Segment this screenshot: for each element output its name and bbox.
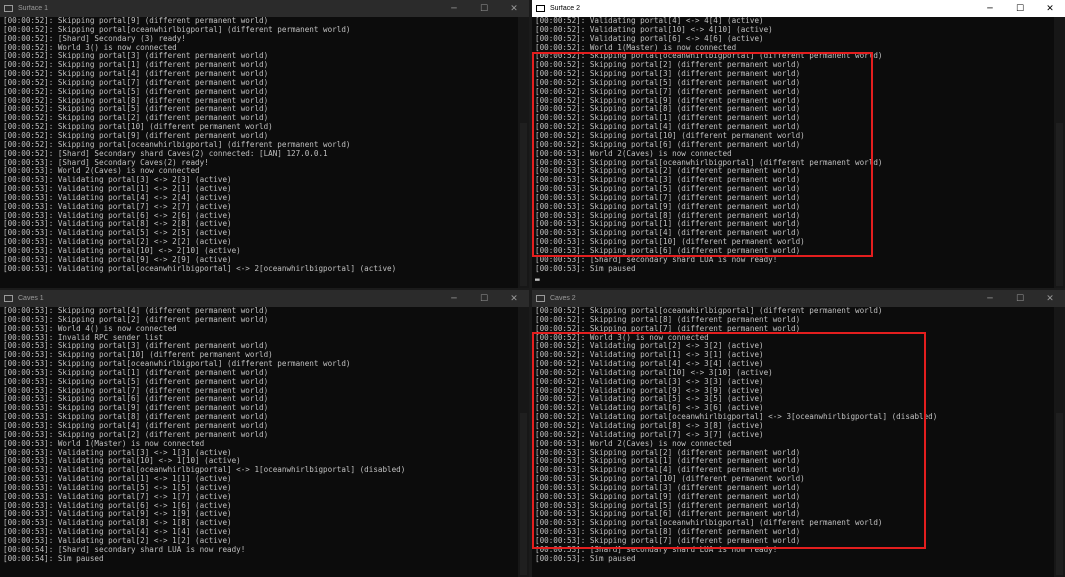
minimize-icon[interactable]: ─ xyxy=(439,0,469,17)
title-bar[interactable]: Surface 1 ─ ☐ ✕ xyxy=(0,0,529,17)
scrollbar-thumb[interactable] xyxy=(1056,123,1063,286)
scrollbar[interactable] xyxy=(1054,17,1065,288)
minimize-icon[interactable]: ─ xyxy=(439,290,469,307)
scrollbar-thumb[interactable] xyxy=(520,123,527,286)
console-window-caves-1[interactable]: Caves 1 ─ ☐ ✕ [00:00:53]: Skipping porta… xyxy=(0,290,529,577)
console-line: [00:00:53]: Sim paused xyxy=(535,263,636,273)
scrollbar[interactable] xyxy=(1054,307,1065,577)
scrollbar-thumb[interactable] xyxy=(520,413,527,575)
console-app-icon xyxy=(4,5,13,12)
console-window-caves-2[interactable]: Caves 2 ─ ☐ ✕ [00:00:52]: Skipping porta… xyxy=(532,290,1065,577)
close-icon[interactable]: ✕ xyxy=(499,290,529,307)
maximize-icon[interactable]: ☐ xyxy=(1005,290,1035,307)
console-app-icon xyxy=(536,5,545,12)
close-icon[interactable]: ✕ xyxy=(499,0,529,17)
minimize-icon[interactable]: ─ xyxy=(975,0,1005,17)
scrollbar[interactable] xyxy=(518,307,529,577)
maximize-icon[interactable]: ☐ xyxy=(469,290,499,307)
maximize-icon[interactable]: ☐ xyxy=(1005,0,1035,17)
close-icon[interactable]: ✕ xyxy=(1035,290,1065,307)
maximize-icon[interactable]: ☐ xyxy=(469,0,499,17)
title-bar[interactable]: Caves 1 ─ ☐ ✕ xyxy=(0,290,529,307)
close-icon[interactable]: ✕ xyxy=(1035,0,1065,17)
window-title: Caves 2 xyxy=(550,295,576,302)
scrollbar-thumb[interactable] xyxy=(1056,413,1063,575)
console-output[interactable]: [00:00:52]: Skipping portal[9] (differen… xyxy=(3,17,515,288)
console-app-icon xyxy=(4,295,13,302)
console-window-surface-2[interactable]: Surface 2 ─ ☐ ✕ [00:00:52]: Validating p… xyxy=(532,0,1065,288)
window-title: Surface 1 xyxy=(18,5,48,12)
minimize-icon[interactable]: ─ xyxy=(975,290,1005,307)
window-title: Caves 1 xyxy=(18,295,44,302)
console-line: [00:00:53]: Validating portal[oceanwhirl… xyxy=(3,263,397,273)
title-bar[interactable]: Surface 2 ─ ☐ ✕ xyxy=(532,0,1065,17)
window-title: Surface 2 xyxy=(550,5,580,12)
console-line: [00:00:54]: Sim paused xyxy=(3,553,104,563)
scrollbar[interactable] xyxy=(518,17,529,288)
console-window-surface-1[interactable]: Surface 1 ─ ☐ ✕ [00:00:52]: Skipping por… xyxy=(0,0,529,288)
console-line: [00:00:53]: Sim paused xyxy=(535,553,636,563)
console-output[interactable]: [00:00:53]: Skipping portal[4] (differen… xyxy=(3,307,515,577)
console-output[interactable]: [00:00:52]: Skipping portal[oceanwhirlbi… xyxy=(535,307,1051,577)
text-cursor: ▂ xyxy=(535,272,540,282)
console-app-icon xyxy=(536,295,545,302)
title-bar[interactable]: Caves 2 ─ ☐ ✕ xyxy=(532,290,1065,307)
console-output[interactable]: [00:00:52]: Validating portal[4] <-> 4[4… xyxy=(535,17,1051,288)
